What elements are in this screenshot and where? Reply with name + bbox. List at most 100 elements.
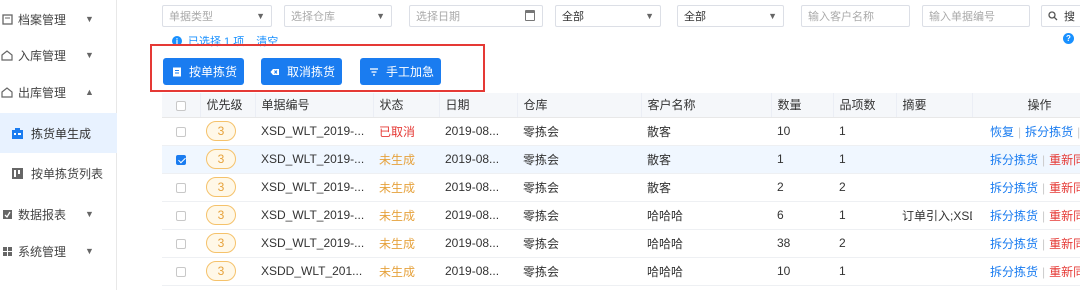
customer-cell: 散客 (641, 145, 771, 174)
table-row[interactable]: 3 XSDD_WLT_201... 未生成 2019-08... 零拣会 哈哈哈 10 1 拆分… (162, 257, 1080, 286)
actions-cell: 拆分拣货 |重新同 (972, 145, 1080, 174)
sidebar-item-outbound[interactable]: 出库管理 ▲ (0, 73, 117, 111)
date-cell: 2019-08... (439, 173, 517, 202)
row-select-cell[interactable] (162, 173, 200, 202)
chevron-up-icon: ▲ (85, 87, 94, 97)
row-checkbox[interactable] (176, 210, 186, 221)
priority-cell: 3 (200, 145, 255, 174)
doc-no-cell: XSD_WLT_2019-... (255, 173, 373, 202)
search-button[interactable]: 搜 (1041, 5, 1080, 27)
col-header-status: 状态 (373, 93, 440, 118)
action-link-split-pick[interactable]: 拆分拣货 (1025, 125, 1073, 139)
select-all-cell[interactable] (162, 93, 201, 118)
customer-cell: 哈哈哈 (641, 229, 771, 258)
date-cell: 2019-08... (439, 257, 517, 286)
doc-no-cell: XSD_WLT_2019-... (255, 145, 373, 174)
customer-cell: 散客 (641, 173, 771, 202)
row-select-cell[interactable] (162, 117, 200, 146)
sidebar: 档案管理 ▼ 入库管理 ▼ 出库管理 ▲ 拣货单生成 按单拣货列表 数据报表 ▼ (0, 0, 117, 290)
row-checkbox[interactable] (176, 238, 186, 249)
summary-cell (896, 173, 972, 202)
row-select-cell[interactable] (162, 201, 200, 230)
sidebar-item-label: 拣货单生成 (31, 126, 92, 141)
warehouse-select[interactable]: 选择仓库 ▼ (284, 5, 392, 27)
items-cell: 1 (833, 257, 896, 286)
action-link-resync[interactable]: 重新同 (1049, 153, 1080, 167)
pick-list-icon (11, 167, 24, 180)
priority-badge[interactable]: 3 (206, 233, 236, 253)
status-select-value: 全部 (684, 11, 706, 23)
actions-cell: 拆分拣货 |重新同 (972, 257, 1080, 286)
row-checkbox[interactable] (176, 266, 186, 277)
sidebar-item-pick-generate[interactable]: 拣货单生成 (0, 113, 117, 153)
col-header-warehouse: 仓库 (517, 93, 642, 118)
priority-badge[interactable]: 3 (206, 177, 236, 197)
chevron-down-icon: ▼ (85, 50, 94, 60)
priority-cell: 3 (200, 257, 255, 286)
sidebar-item-inbound[interactable]: 入库管理 ▼ (0, 36, 117, 74)
row-select-cell[interactable] (162, 257, 200, 286)
row-select-cell[interactable] (162, 145, 200, 174)
help-icon[interactable]: ? (1063, 33, 1074, 44)
doc-no-input[interactable]: 输入单据编号 (922, 5, 1030, 27)
sidebar-item-report[interactable]: 数据报表 ▼ (0, 195, 117, 233)
row-checkbox[interactable] (176, 126, 186, 137)
summary-cell (896, 229, 972, 258)
date-cell: 2019-08... (439, 145, 517, 174)
priority-badge[interactable]: 3 (206, 261, 236, 281)
table-row[interactable]: 3 XSD_WLT_2019-... 未生成 2019-08... 零拣会 哈哈哈 6 1 订单… (162, 201, 1080, 230)
status-cell: 未生成 (373, 257, 439, 286)
action-link-split-pick[interactable]: 拆分拣货 (990, 265, 1038, 279)
customer-name-input[interactable]: 输入客户名称 (801, 5, 910, 27)
document-icon (173, 67, 181, 76)
action-link-resync[interactable]: 重新同 (1049, 181, 1080, 195)
actions-cell: 拆分拣货 |重新同 (972, 201, 1080, 230)
sidebar-item-label: 档案管理 (18, 12, 67, 27)
status-cell: 未生成 (373, 173, 439, 202)
sidebar-item-label: 按单拣货列表 (31, 166, 104, 181)
date-picker[interactable]: 选择日期 (409, 5, 543, 27)
action-link-restore[interactable]: 恢复 (990, 125, 1014, 139)
warehouse-cell: 零拣会 (517, 257, 641, 286)
status-cell: 已取消 (373, 117, 439, 146)
manual-urgent-button[interactable]: 手工加急 (360, 58, 441, 85)
pick-by-order-button[interactable]: 按单拣货 (163, 58, 244, 85)
col-header-items: 品项数 (833, 93, 897, 118)
sidebar-item-archive[interactable]: 档案管理 ▼ (0, 0, 117, 38)
action-link-split-pick[interactable]: 拆分拣货 (990, 181, 1038, 195)
priority-badge[interactable]: 3 (206, 149, 236, 169)
select-all-checkbox[interactable] (176, 100, 186, 111)
action-link-resync[interactable]: 重新同 (1049, 237, 1080, 251)
chevron-down-icon: ▼ (85, 209, 94, 219)
action-link-split-pick[interactable]: 拆分拣货 (990, 153, 1038, 167)
table-row[interactable]: 3 XSD_WLT_2019-... 未生成 2019-08... 零拣会 散客 1 1 拆分拣… (162, 145, 1080, 174)
col-header-customer: 客户名称 (641, 93, 772, 118)
caret-down-icon: ▼ (768, 11, 777, 21)
status-select-1[interactable]: 全部 ▼ (555, 5, 661, 27)
priority-cell: 3 (200, 117, 255, 146)
action-link-split-pick[interactable]: 拆分拣货 (990, 209, 1038, 223)
sidebar-item-pick-list[interactable]: 按单拣货列表 (0, 153, 117, 193)
action-link-split-pick[interactable]: 拆分拣货 (990, 237, 1038, 251)
customer-cell: 哈哈哈 (641, 257, 771, 286)
priority-badge[interactable]: 3 (206, 205, 236, 225)
table-row[interactable]: 3 XSD_WLT_2019-... 未生成 2019-08... 零拣会 哈哈哈 38 2 拆… (162, 229, 1080, 258)
cancel-pick-button[interactable]: 取消拣货 (261, 58, 342, 85)
row-checkbox[interactable] (176, 182, 186, 193)
priority-badge[interactable]: 3 (206, 121, 236, 141)
qty-cell: 2 (771, 173, 833, 202)
doc-no-cell: XSD_WLT_2019-... (255, 201, 373, 230)
main-content: 单据类型 ▼ 选择仓库 ▼ 选择日期 全部 ▼ 全部 ▼ 输入客户名称 输入单据… (117, 0, 1080, 290)
status-select-2[interactable]: 全部 ▼ (677, 5, 784, 27)
action-link-resync[interactable]: 重新同 (1049, 265, 1080, 279)
doc-type-select[interactable]: 单据类型 ▼ (162, 5, 272, 27)
col-header-doc-no: 单据编号 (255, 93, 374, 118)
sidebar-item-system[interactable]: 系统管理 ▼ (0, 232, 117, 270)
table-row[interactable]: 3 XSD_WLT_2019-... 已取消 2019-08... 零拣会 散客 10 1 恢复… (162, 117, 1080, 146)
row-checkbox[interactable] (176, 154, 186, 165)
row-select-cell[interactable] (162, 229, 200, 258)
outbound-icon (1, 86, 13, 98)
divider: | (1042, 264, 1046, 279)
action-link-resync[interactable]: 重新同 (1049, 209, 1080, 223)
table-row[interactable]: 3 XSD_WLT_2019-... 未生成 2019-08... 零拣会 散客 2 2 拆分拣… (162, 173, 1080, 202)
